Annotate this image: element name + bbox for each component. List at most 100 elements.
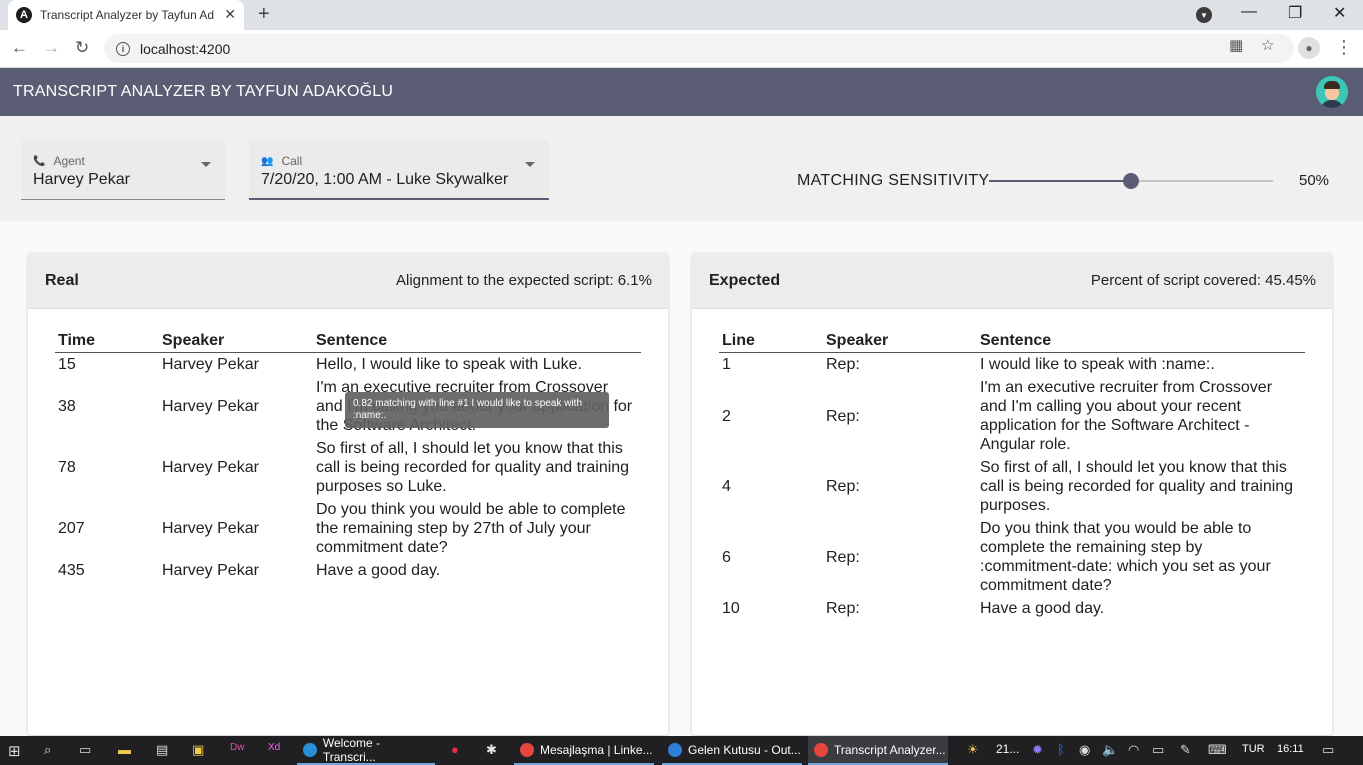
table-row[interactable]: 207 Harvey Pekar Do you think you would be… bbox=[55, 498, 641, 559]
sensitivity-value: 50% bbox=[1299, 172, 1330, 189]
task-view-icon[interactable]: ▭ bbox=[79, 742, 91, 758]
chevron-down-icon bbox=[525, 162, 535, 167]
xd-icon[interactable]: Xd bbox=[268, 742, 280, 753]
battery-icon[interactable]: ▭ bbox=[1152, 742, 1164, 758]
taskbar-app-label: Welcome - Transcri... bbox=[322, 735, 380, 764]
table-row[interactable]: 6 Rep: Do you think that you would be able… bbox=[719, 517, 1305, 597]
reload-icon[interactable]: ↻ bbox=[75, 38, 89, 58]
agent-value: Harvey Pekar bbox=[33, 171, 130, 188]
browser-toolbar: ← → ↻ i localhost:4200 ▦ ☆ ● ⋮ bbox=[0, 30, 1363, 68]
weather-text: 21... bbox=[996, 742, 1020, 756]
speaker-cell: Harvey Pekar bbox=[162, 562, 259, 579]
forward-icon[interactable]: → bbox=[43, 38, 60, 58]
slack-icon[interactable]: ✱ bbox=[486, 742, 497, 758]
table-row[interactable]: 78 Harvey Pekar So first of all, I should … bbox=[55, 437, 641, 498]
speaker-cell: Rep: bbox=[826, 356, 860, 373]
language-indicator[interactable]: TUR bbox=[1242, 743, 1265, 755]
real-card-header: Real Alignment to the expected script: 6… bbox=[28, 253, 668, 309]
calculator-icon[interactable]: ▤ bbox=[156, 742, 168, 758]
slider-thumb[interactable] bbox=[1123, 173, 1139, 189]
restore-icon[interactable]: ❐ bbox=[1288, 3, 1302, 23]
weather-icon[interactable]: ☀ bbox=[967, 742, 979, 758]
taskbar-app-transcript[interactable]: Transcript Analyzer... bbox=[808, 736, 948, 765]
slider-fill bbox=[989, 180, 1131, 182]
match-tooltip: 0.82 matching with line #1 I would like … bbox=[345, 392, 609, 428]
column-header: Sentence bbox=[977, 328, 1305, 353]
sentence-cell: Do you think that you would be able to c… bbox=[980, 520, 1271, 594]
star-icon[interactable]: ☆ bbox=[1261, 36, 1274, 54]
close-icon[interactable]: ✕ bbox=[224, 6, 236, 23]
clock[interactable]: 16:11 bbox=[1277, 743, 1304, 755]
table-row[interactable]: 1 Rep: I would like to speak with :name:. bbox=[719, 353, 1305, 377]
taskbar-app-vscode[interactable]: Welcome - Transcri... bbox=[297, 736, 435, 765]
table-row[interactable]: 10 Rep: Have a good day. bbox=[719, 597, 1305, 620]
people-icon: 👥 bbox=[261, 155, 274, 167]
time-cell: 435 bbox=[58, 562, 85, 579]
opera-icon[interactable]: ● bbox=[451, 742, 459, 757]
notification-icon[interactable]: ▭ bbox=[1322, 742, 1334, 758]
window-close-icon[interactable]: ✕ bbox=[1333, 3, 1346, 23]
agent-select[interactable]: 📞 Agent Harvey Pekar bbox=[21, 140, 225, 200]
keyboard-icon[interactable]: ⌨ bbox=[1208, 742, 1227, 758]
real-table: Time Speaker Sentence 15 Harvey Pekar Hell… bbox=[55, 328, 641, 582]
minimize-icon[interactable]: — bbox=[1241, 3, 1257, 21]
column-header: Line bbox=[719, 328, 823, 353]
eye-icon[interactable]: ◉ bbox=[1079, 742, 1090, 758]
back-icon[interactable]: ← bbox=[11, 38, 28, 58]
avatar[interactable] bbox=[1316, 76, 1348, 108]
taskbar-app-chrome-linkedin[interactable]: Mesajlaşma | Linke... bbox=[514, 736, 654, 765]
speaker-cell: Rep: bbox=[826, 478, 860, 495]
store-icon[interactable]: ▣ bbox=[192, 742, 204, 758]
search-icon[interactable]: ⌕ bbox=[44, 742, 51, 758]
browser-tab[interactable]: A Transcript Analyzer by Tayfun Ad ✕ bbox=[8, 0, 244, 30]
call-label: 👥 Call bbox=[261, 154, 302, 168]
bluetooth-icon[interactable]: ᛒ bbox=[1057, 742, 1065, 757]
sentence-cell: So first of all, I should let you know t… bbox=[316, 440, 630, 495]
speaker-cell: Rep: bbox=[826, 548, 860, 566]
call-select[interactable]: 👥 Call 7/20/20, 1:00 AM - Luke Skywalker bbox=[249, 140, 549, 200]
plus-icon[interactable]: + bbox=[258, 3, 270, 26]
call-value: 7/20/20, 1:00 AM - Luke Skywalker bbox=[261, 171, 509, 188]
call-label-text: Call bbox=[281, 154, 303, 168]
alignment-stat: Alignment to the expected script: 6.1% bbox=[396, 272, 652, 289]
phone-icon: 📞 bbox=[33, 155, 46, 167]
address-bar[interactable]: i localhost:4200 bbox=[104, 34, 1294, 63]
dreamweaver-icon[interactable]: Dw bbox=[230, 742, 244, 753]
mail-icon bbox=[668, 742, 682, 757]
line-cell: 1 bbox=[722, 356, 731, 373]
table-row[interactable]: 2 Rep: I'm an executive recruiter from Cro… bbox=[719, 376, 1305, 456]
taskbar-app-label: Transcript Analyzer... bbox=[834, 742, 946, 757]
pen-icon[interactable]: ✎ bbox=[1180, 742, 1191, 758]
column-header: Speaker bbox=[823, 328, 977, 353]
table-row[interactable]: 15 Harvey Pekar Hello, I would like to spe… bbox=[55, 353, 641, 377]
expected-table: Line Speaker Sentence 1 Rep: I would like … bbox=[719, 328, 1305, 620]
chrome-icon bbox=[814, 742, 828, 757]
sensitivity-slider[interactable] bbox=[989, 173, 1273, 189]
windows-taskbar: ⊞ ⌕ ▭ ▬ ▤ ▣ Dw Xd Welcome - Transcri... … bbox=[0, 736, 1363, 765]
angular-icon: A bbox=[16, 7, 32, 23]
line-cell: 4 bbox=[722, 478, 731, 495]
time-cell: 207 bbox=[58, 520, 85, 537]
info-icon[interactable]: i bbox=[116, 41, 130, 56]
kebab-menu-icon[interactable]: ⋮ bbox=[1335, 37, 1353, 58]
agent-label: 📞 Agent bbox=[33, 154, 85, 168]
speaker-cell: Rep: bbox=[826, 600, 860, 617]
tab-search-icon[interactable]: ▼ bbox=[1196, 7, 1212, 23]
settings-gear-icon[interactable]: ✹ bbox=[1032, 742, 1043, 758]
qr-code-icon[interactable]: ▦ bbox=[1229, 36, 1243, 54]
sentence-cell: Have a good day. bbox=[316, 562, 441, 579]
column-header: Speaker bbox=[159, 328, 313, 353]
wifi-icon[interactable]: ◠ bbox=[1128, 742, 1139, 758]
table-row[interactable]: 435 Harvey Pekar Have a good day. bbox=[55, 559, 641, 582]
windows-start-icon[interactable]: ⊞ bbox=[8, 742, 21, 760]
filter-controls: 📞 Agent Harvey Pekar 👥 Call 7/20/20, 1:0… bbox=[0, 116, 1363, 221]
sentence-cell: Hello, I would like to speak with Luke. bbox=[316, 356, 582, 373]
folder-icon[interactable]: ▬ bbox=[118, 742, 131, 757]
table-row[interactable]: 4 Rep: So first of all, I should let you k… bbox=[719, 456, 1305, 517]
sentence-cell: Do you think you would be able to comple… bbox=[316, 501, 626, 556]
taskbar-app-label: Gelen Kutusu - Out... bbox=[688, 742, 801, 757]
volume-icon[interactable]: 🔈 bbox=[1102, 742, 1118, 758]
taskbar-app-outlook[interactable]: Gelen Kutusu - Out... bbox=[662, 736, 802, 765]
profile-icon[interactable]: ● bbox=[1298, 37, 1320, 59]
sentence-cell: I'm an executive recruiter from Crossove… bbox=[980, 379, 1273, 453]
